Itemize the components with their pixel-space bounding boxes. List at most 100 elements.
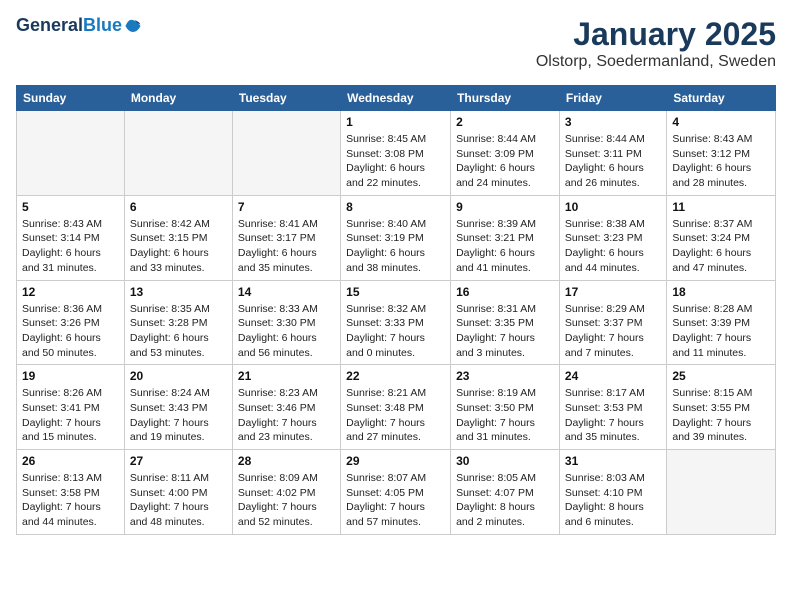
calendar-cell: 4 Sunrise: 8:43 AM Sunset: 3:12 PM Daylig… [667,111,776,196]
day-number: 30 [456,454,554,468]
calendar-cell [17,111,125,196]
day-number: 23 [456,369,554,383]
weekday-header-cell: Friday [559,86,666,111]
calendar-cell: 17 Sunrise: 8:29 AM Sunset: 3:37 PM Dayli… [559,280,666,365]
calendar-cell: 31Sunrise: 8:03 AM Sunset: 4:10 PM Dayli… [559,450,666,535]
cell-daylight-text: Sunrise: 8:44 AM Sunset: 3:11 PM Dayligh… [565,132,661,191]
day-number: 3 [565,115,661,129]
weekday-header-row: SundayMondayTuesdayWednesdayThursdayFrid… [17,86,776,111]
calendar-cell [667,450,776,535]
calendar-cell [124,111,232,196]
cell-daylight-text: Sunrise: 8:21 AM Sunset: 3:48 PM Dayligh… [346,386,445,445]
cell-daylight-text: Sunrise: 8:35 AM Sunset: 3:28 PM Dayligh… [130,302,227,361]
weekday-header-cell: Monday [124,86,232,111]
day-number: 28 [238,454,335,468]
calendar-cell: 6 Sunrise: 8:42 AM Sunset: 3:15 PM Daylig… [124,195,232,280]
calendar-cell: 29Sunrise: 8:07 AM Sunset: 4:05 PM Dayli… [341,450,451,535]
day-number: 26 [22,454,119,468]
calendar-cell: 8 Sunrise: 8:40 AM Sunset: 3:19 PM Daylig… [341,195,451,280]
calendar-cell: 25 Sunrise: 8:15 AM Sunset: 3:55 PM Dayli… [667,365,776,450]
cell-daylight-text: Sunrise: 8:07 AM Sunset: 4:05 PM Dayligh… [346,471,445,530]
day-number: 17 [565,285,661,299]
calendar-cell: 9 Sunrise: 8:39 AM Sunset: 3:21 PM Daylig… [451,195,560,280]
calendar-cell: 21 Sunrise: 8:23 AM Sunset: 3:46 PM Dayli… [232,365,340,450]
day-number: 12 [22,285,119,299]
calendar-cell: 28 Sunrise: 8:09 AM Sunset: 4:02 PM Dayli… [232,450,340,535]
day-number: 8 [346,200,445,214]
day-number: 10 [565,200,661,214]
cell-daylight-text: Sunrise: 8:43 AM Sunset: 3:14 PM Dayligh… [22,217,119,276]
calendar-cell [232,111,340,196]
day-number: 14 [238,285,335,299]
calendar-cell: 16 Sunrise: 8:31 AM Sunset: 3:35 PM Dayli… [451,280,560,365]
cell-daylight-text: Sunrise: 8:15 AM Sunset: 3:55 PM Dayligh… [672,386,770,445]
weekday-header-cell: Saturday [667,86,776,111]
cell-daylight-text: Sunrise: 8:28 AM Sunset: 3:39 PM Dayligh… [672,302,770,361]
calendar-body: 1 Sunrise: 8:45 AM Sunset: 3:08 PM Daylig… [17,111,776,535]
day-number: 4 [672,115,770,129]
calendar-week-row: 1 Sunrise: 8:45 AM Sunset: 3:08 PM Daylig… [17,111,776,196]
day-number: 13 [130,285,227,299]
day-number: 31 [565,454,661,468]
cell-daylight-text: Sunrise: 8:40 AM Sunset: 3:19 PM Dayligh… [346,217,445,276]
cell-daylight-text: Sunrise: 8:23 AM Sunset: 3:46 PM Dayligh… [238,386,335,445]
cell-daylight-text: Sunrise: 8:37 AM Sunset: 3:24 PM Dayligh… [672,217,770,276]
day-number: 1 [346,115,445,129]
day-number: 18 [672,285,770,299]
cell-daylight-text: Sunrise: 8:31 AM Sunset: 3:35 PM Dayligh… [456,302,554,361]
calendar-cell: 30 Sunrise: 8:05 AM Sunset: 4:07 PM Dayli… [451,450,560,535]
calendar-cell: 14 Sunrise: 8:33 AM Sunset: 3:30 PM Dayli… [232,280,340,365]
cell-daylight-text: Sunrise: 8:45 AM Sunset: 3:08 PM Dayligh… [346,132,445,191]
weekday-header-cell: Wednesday [341,86,451,111]
day-number: 5 [22,200,119,214]
cell-daylight-text: Sunrise: 8:05 AM Sunset: 4:07 PM Dayligh… [456,471,554,530]
logo-icon [124,17,142,35]
day-number: 19 [22,369,119,383]
day-number: 22 [346,369,445,383]
day-number: 24 [565,369,661,383]
cell-daylight-text: Sunrise: 8:38 AM Sunset: 3:23 PM Dayligh… [565,217,661,276]
logo: GeneralBlue [16,16,142,36]
month-title: January 2025 [536,16,776,53]
calendar-cell: 11Sunrise: 8:37 AM Sunset: 3:24 PM Dayli… [667,195,776,280]
calendar-cell: 26Sunrise: 8:13 AM Sunset: 3:58 PM Dayli… [17,450,125,535]
day-number: 25 [672,369,770,383]
calendar-cell: 24 Sunrise: 8:17 AM Sunset: 3:53 PM Dayli… [559,365,666,450]
cell-daylight-text: Sunrise: 8:29 AM Sunset: 3:37 PM Dayligh… [565,302,661,361]
calendar-table: SundayMondayTuesdayWednesdayThursdayFrid… [16,85,776,535]
day-number: 7 [238,200,335,214]
cell-daylight-text: Sunrise: 8:33 AM Sunset: 3:30 PM Dayligh… [238,302,335,361]
calendar-cell: 5 Sunrise: 8:43 AM Sunset: 3:14 PM Daylig… [17,195,125,280]
day-number: 9 [456,200,554,214]
calendar-week-row: 26Sunrise: 8:13 AM Sunset: 3:58 PM Dayli… [17,450,776,535]
calendar-cell: 10 Sunrise: 8:38 AM Sunset: 3:23 PM Dayli… [559,195,666,280]
title-section: January 2025 Olstorp, Soedermanland, Swe… [536,16,776,71]
cell-daylight-text: Sunrise: 8:09 AM Sunset: 4:02 PM Dayligh… [238,471,335,530]
calendar-cell: 20 Sunrise: 8:24 AM Sunset: 3:43 PM Dayli… [124,365,232,450]
day-number: 20 [130,369,227,383]
weekday-header-cell: Sunday [17,86,125,111]
calendar-cell: 12Sunrise: 8:36 AM Sunset: 3:26 PM Dayli… [17,280,125,365]
day-number: 16 [456,285,554,299]
cell-daylight-text: Sunrise: 8:42 AM Sunset: 3:15 PM Dayligh… [130,217,227,276]
calendar-cell: 3 Sunrise: 8:44 AM Sunset: 3:11 PM Daylig… [559,111,666,196]
cell-daylight-text: Sunrise: 8:11 AM Sunset: 4:00 PM Dayligh… [130,471,227,530]
cell-daylight-text: Sunrise: 8:41 AM Sunset: 3:17 PM Dayligh… [238,217,335,276]
cell-daylight-text: Sunrise: 8:32 AM Sunset: 3:33 PM Dayligh… [346,302,445,361]
day-number: 15 [346,285,445,299]
cell-daylight-text: Sunrise: 8:44 AM Sunset: 3:09 PM Dayligh… [456,132,554,191]
calendar-cell: 15 Sunrise: 8:32 AM Sunset: 3:33 PM Dayli… [341,280,451,365]
cell-daylight-text: Sunrise: 8:17 AM Sunset: 3:53 PM Dayligh… [565,386,661,445]
cell-daylight-text: Sunrise: 8:39 AM Sunset: 3:21 PM Dayligh… [456,217,554,276]
day-number: 6 [130,200,227,214]
calendar-week-row: 5 Sunrise: 8:43 AM Sunset: 3:14 PM Daylig… [17,195,776,280]
cell-daylight-text: Sunrise: 8:43 AM Sunset: 3:12 PM Dayligh… [672,132,770,191]
cell-daylight-text: Sunrise: 8:26 AM Sunset: 3:41 PM Dayligh… [22,386,119,445]
calendar-cell: 27Sunrise: 8:11 AM Sunset: 4:00 PM Dayli… [124,450,232,535]
location-title: Olstorp, Soedermanland, Sweden [536,53,776,71]
calendar-cell: 1 Sunrise: 8:45 AM Sunset: 3:08 PM Daylig… [341,111,451,196]
day-number: 21 [238,369,335,383]
cell-daylight-text: Sunrise: 8:19 AM Sunset: 3:50 PM Dayligh… [456,386,554,445]
calendar-cell: 22 Sunrise: 8:21 AM Sunset: 3:48 PM Dayli… [341,365,451,450]
cell-daylight-text: Sunrise: 8:24 AM Sunset: 3:43 PM Dayligh… [130,386,227,445]
